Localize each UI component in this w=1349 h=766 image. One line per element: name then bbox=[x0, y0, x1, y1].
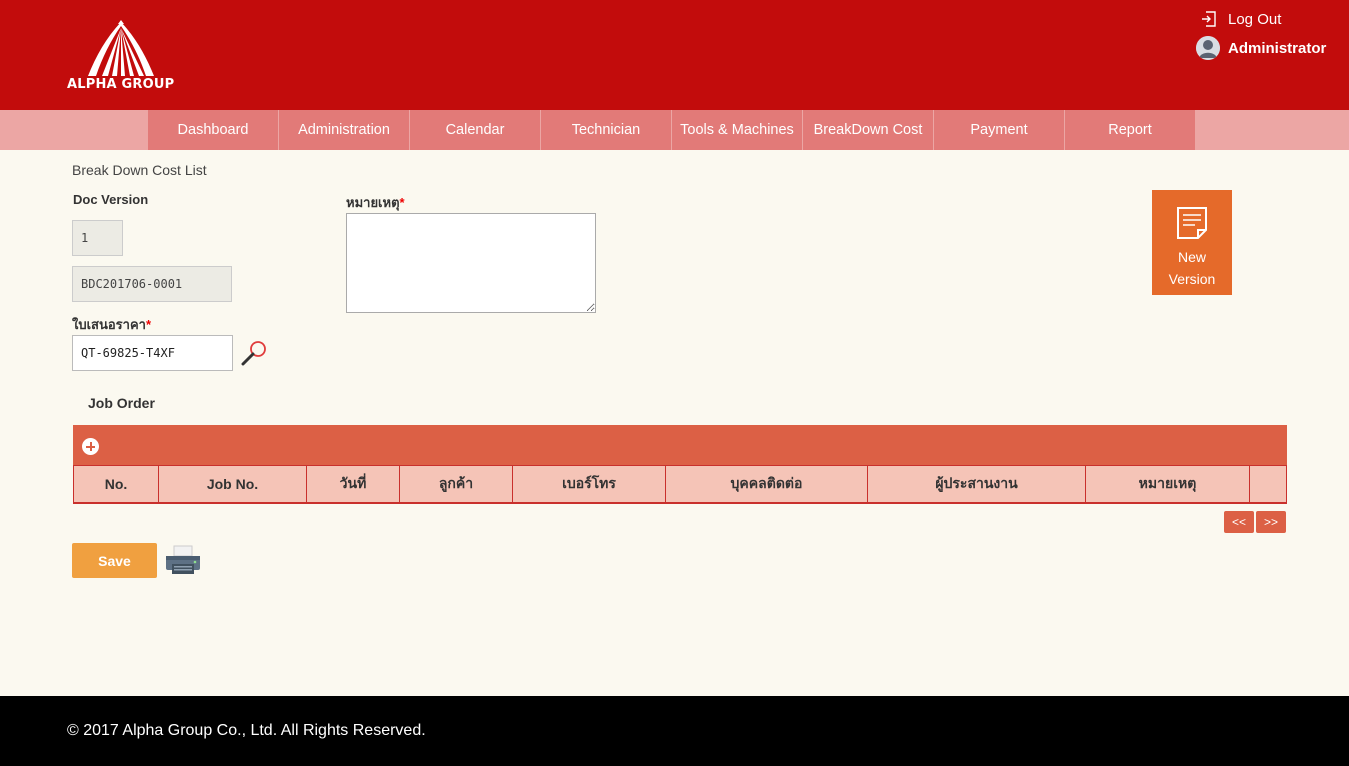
user-avatar-icon bbox=[1196, 36, 1220, 60]
job-order-label: Job Order bbox=[88, 395, 155, 411]
grid-toolbar bbox=[73, 425, 1287, 465]
nav-payment[interactable]: Payment bbox=[934, 110, 1065, 150]
nav-tools-machines[interactable]: Tools & Machines bbox=[672, 110, 803, 150]
column-header-job-no[interactable]: Job No. bbox=[158, 465, 307, 503]
required-mark: * bbox=[145, 317, 152, 332]
column-header-remark[interactable]: หมายเหตุ bbox=[1085, 465, 1250, 503]
required-mark: * bbox=[399, 195, 405, 210]
page-title: Break Down Cost List bbox=[72, 162, 207, 178]
job-order-table: No. Job No. วันที่ ลูกค้า เบอร์โทร บุคคล… bbox=[73, 465, 1287, 504]
new-version-label-2: Version bbox=[1168, 271, 1216, 287]
nav-report[interactable]: Report bbox=[1065, 110, 1196, 150]
column-header-contact[interactable]: บุคคลติดต่อ bbox=[665, 465, 868, 503]
column-header-phone[interactable]: เบอร์โทร bbox=[512, 465, 666, 503]
brand-name: ALPHA GROUP bbox=[67, 77, 175, 92]
job-order-grid: No. Job No. วันที่ ลูกค้า เบอร์โทร บุคคล… bbox=[73, 425, 1287, 504]
save-button[interactable]: Save bbox=[72, 543, 157, 578]
column-header-action bbox=[1249, 465, 1287, 503]
doc-version-label: Doc Version bbox=[73, 192, 149, 207]
copyright-text: © 2017 Alpha Group Co., Ltd. All Rights … bbox=[67, 722, 426, 739]
new-version-label-1: New bbox=[1177, 249, 1206, 265]
pager-next-button[interactable]: >> bbox=[1256, 511, 1286, 533]
nav-breakdown-cost[interactable]: BreakDown Cost bbox=[803, 110, 934, 150]
new-version-button[interactable]: New Version bbox=[1152, 190, 1232, 295]
logout-icon bbox=[1202, 11, 1216, 27]
nav-technician[interactable]: Technician bbox=[541, 110, 672, 150]
add-row-icon[interactable] bbox=[82, 438, 99, 455]
remark-label: หมายเหตุ* bbox=[346, 192, 405, 213]
footer: © 2017 Alpha Group Co., Ltd. All Rights … bbox=[0, 696, 1349, 766]
printer-icon[interactable] bbox=[164, 544, 202, 578]
column-header-no[interactable]: No. bbox=[73, 465, 159, 503]
logout-label[interactable]: Log Out bbox=[1228, 11, 1281, 28]
doc-version-field: 1 bbox=[72, 220, 123, 256]
main-nav: Dashboard Administration Calendar Techni… bbox=[0, 110, 1349, 150]
document-icon bbox=[1177, 207, 1207, 239]
quotation-input[interactable]: QT-69825-T4XF bbox=[72, 335, 233, 371]
nav-dashboard[interactable]: Dashboard bbox=[148, 110, 279, 150]
user-menu[interactable]: Administrator bbox=[1196, 36, 1326, 60]
doc-number-field: BDC201706-0001 bbox=[72, 266, 232, 302]
user-name: Administrator bbox=[1228, 39, 1327, 57]
quotation-label-text: ใบเสนอราคา bbox=[72, 317, 146, 332]
column-header-date[interactable]: วันที่ bbox=[306, 465, 400, 503]
header: ALPHA GROUP Log Out Administrator bbox=[0, 0, 1349, 110]
search-icon[interactable] bbox=[240, 339, 268, 367]
column-header-customer[interactable]: ลูกค้า bbox=[399, 465, 513, 503]
nav-calendar[interactable]: Calendar bbox=[410, 110, 541, 150]
quotation-label: ใบเสนอราคา* bbox=[72, 314, 151, 335]
remark-label-text: หมายเหตุ bbox=[346, 195, 400, 210]
nav-administration[interactable]: Administration bbox=[279, 110, 410, 150]
column-header-coordinator[interactable]: ผู้ประสานงาน bbox=[867, 465, 1086, 503]
remark-textarea[interactable] bbox=[346, 213, 596, 313]
pager-prev-button[interactable]: << bbox=[1224, 511, 1254, 533]
logout-link[interactable]: Log Out bbox=[1200, 10, 1281, 28]
